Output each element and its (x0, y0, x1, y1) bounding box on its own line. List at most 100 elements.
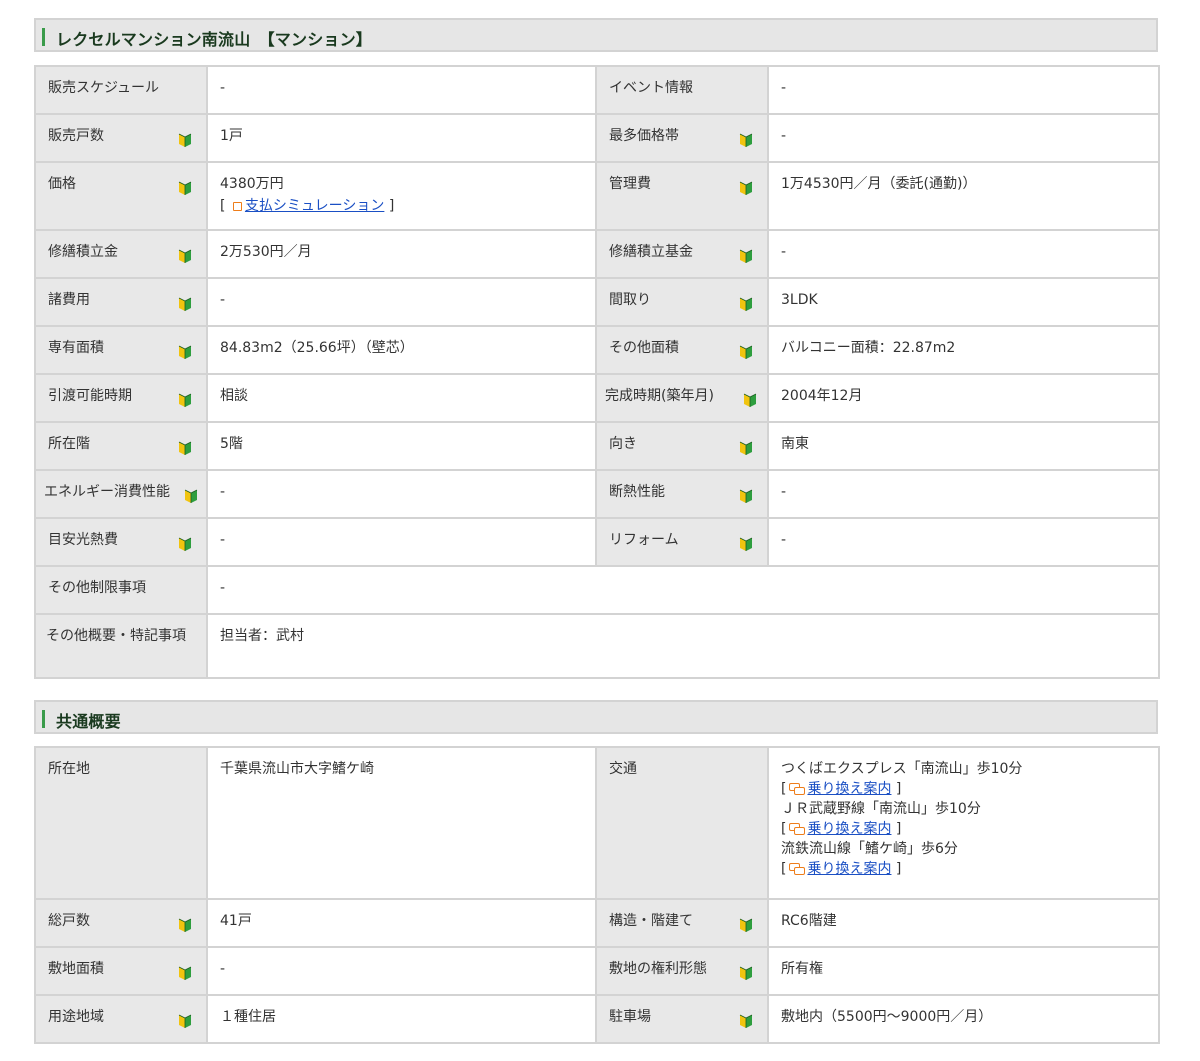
beginner-mark-icon[interactable] (178, 965, 192, 981)
table-row: 敷地面積 - 敷地の権利形態 所有権 (34, 946, 1160, 996)
label-cell: イベント情報 (595, 65, 769, 115)
table-row: 所在地 千葉県流山市大字鰭ケ崎 交通 つくばエクスプレス「南流山」歩10分 [乗… (34, 746, 1160, 900)
value-cell: 1戸 (206, 113, 597, 163)
label-cell: 向き (595, 421, 769, 471)
transport-line: つくばエクスプレス「南流山」歩10分 (781, 761, 1023, 777)
table-row: 専有面積 84.83m2（25.66坪）（壁芯） その他面積 バルコニー面積：2… (34, 325, 1160, 375)
value-cell: - (767, 65, 1160, 115)
label-cell: 諸費用 (34, 277, 208, 327)
common-spec-table: 所在地 千葉県流山市大字鰭ケ崎 交通 つくばエクスプレス「南流山」歩10分 [乗… (34, 746, 1160, 1044)
beginner-mark-icon[interactable] (739, 296, 753, 312)
value-cell: - (767, 469, 1160, 519)
label-cell: 引渡可能時期 (34, 373, 208, 423)
beginner-mark-icon[interactable] (739, 1013, 753, 1029)
beginner-mark-icon[interactable] (178, 917, 192, 933)
label-cell: 最多価格帯 (595, 113, 769, 163)
beginner-mark-icon[interactable] (178, 132, 192, 148)
beginner-mark-icon[interactable] (178, 536, 192, 552)
value-cell: 南東 (767, 421, 1160, 471)
label-cell: 修繕積立基金 (595, 229, 769, 279)
beginner-mark-icon[interactable] (178, 296, 192, 312)
transfer-guide-link[interactable]: 乗り換え案内 (807, 861, 891, 877)
table-row: 総戸数 41戸 構造・階建て RC6階建 (34, 898, 1160, 948)
value-cell: - (767, 517, 1160, 567)
beginner-mark-icon[interactable] (178, 180, 192, 196)
value-cell: バルコニー面積：22.87m2 (767, 325, 1160, 375)
property-title: レクセルマンション南流山 【マンション】 (56, 30, 373, 49)
beginner-mark-icon[interactable] (739, 440, 753, 456)
beginner-mark-icon[interactable] (178, 1013, 192, 1029)
value-cell: 敷地内（5500円〜9000円／月） (767, 994, 1160, 1044)
payment-simulation-link[interactable]: 支払シミュレーション (245, 198, 384, 214)
value-cell: - (206, 565, 1160, 615)
table-row: 修繕積立金 2万530円／月 修繕積立基金 - (34, 229, 1160, 279)
beginner-mark-icon[interactable] (739, 180, 753, 196)
label-cell: 断熱性能 (595, 469, 769, 519)
transfer-guide-link[interactable]: 乗り換え案内 (807, 821, 891, 837)
route-transfer-icon (789, 783, 806, 795)
value-cell: 1万4530円／月（委託(通勤)） (767, 161, 1160, 231)
label-cell: 構造・階建て (595, 898, 769, 948)
table-row: 所在階 5階 向き 南東 (34, 421, 1160, 471)
value-cell: 5階 (206, 421, 597, 471)
table-row: エネルギー消費性能 - 断熱性能 - (34, 469, 1160, 519)
label-cell: 販売戸数 (34, 113, 208, 163)
value-cell: 担当者：武村 (206, 613, 1160, 679)
label-cell: その他面積 (595, 325, 769, 375)
transport-list: つくばエクスプレス「南流山」歩10分 [乗り換え案内 ] ＪＲ武蔵野線「南流山」… (769, 748, 1158, 879)
value-cell: RC6階建 (767, 898, 1160, 948)
label-cell: 管理費 (595, 161, 769, 231)
external-window-icon (232, 202, 242, 211)
table-row: 引渡可能時期 相談 完成時期(築年月) 2004年12月 (34, 373, 1160, 423)
beginner-mark-icon[interactable] (739, 488, 753, 504)
value-cell: １種住居 (206, 994, 597, 1044)
label-cell: 価格 (34, 161, 208, 231)
table-row: 販売戸数 1戸 最多価格帯 - (34, 113, 1160, 163)
beginner-mark-icon[interactable] (178, 248, 192, 264)
beginner-mark-icon[interactable] (739, 132, 753, 148)
beginner-mark-icon[interactable] (184, 488, 198, 504)
value-cell: 84.83m2（25.66坪）（壁芯） (206, 325, 597, 375)
label-cell: 修繕積立金 (34, 229, 208, 279)
table-row: 用途地域 １種住居 駐車場 敷地内（5500円〜9000円／月） (34, 994, 1160, 1044)
table-row: 販売スケジュール - イベント情報 - (34, 65, 1160, 115)
beginner-mark-icon[interactable] (739, 917, 753, 933)
route-transfer-icon (789, 863, 806, 875)
label-cell: 間取り (595, 277, 769, 327)
label-cell: 完成時期(築年月) (595, 373, 769, 423)
value-cell: 2万530円／月 (206, 229, 597, 279)
transport-line: ＪＲ武蔵野線「南流山」歩10分 (781, 801, 981, 817)
value-cell: - (767, 113, 1160, 163)
label-cell: 販売スケジュール (34, 65, 208, 115)
value-cell: - (767, 229, 1160, 279)
beginner-mark-icon[interactable] (739, 965, 753, 981)
common-section-title: 共通概要 (56, 712, 121, 731)
value-cell: 2004年12月 (767, 373, 1160, 423)
label-cell: 敷地面積 (34, 946, 208, 996)
price-value: 4380万円 (220, 176, 284, 192)
table-row: 目安光熱費 - リフォーム - (34, 517, 1160, 567)
beginner-mark-icon[interactable] (178, 440, 192, 456)
label-cell: 交通 (595, 746, 769, 900)
value-cell: - (206, 277, 597, 327)
beginner-mark-icon[interactable] (178, 392, 192, 408)
header-accent-bar (42, 28, 45, 46)
beginner-mark-icon[interactable] (743, 392, 757, 408)
transfer-guide-link[interactable]: 乗り換え案内 (807, 781, 891, 797)
label-cell: リフォーム (595, 517, 769, 567)
label-cell: 用途地域 (34, 994, 208, 1044)
address-value: 千葉県流山市大字鰭ケ崎 (220, 761, 374, 777)
table-row: その他制限事項 - (34, 565, 1160, 615)
beginner-mark-icon[interactable] (739, 248, 753, 264)
beginner-mark-icon[interactable] (739, 344, 753, 360)
table-row: 諸費用 - 間取り 3LDK (34, 277, 1160, 327)
payment-simulation-link-wrap: [ 支払シミュレーション ] (220, 198, 395, 214)
value-cell: 所有権 (767, 946, 1160, 996)
value-cell: - (206, 946, 597, 996)
value-cell: 相談 (206, 373, 597, 423)
table-row: その他概要・特記事項 担当者：武村 (34, 613, 1160, 679)
beginner-mark-icon[interactable] (739, 536, 753, 552)
property-spec-table: 販売スケジュール - イベント情報 - 販売戸数 1戸 最多価格帯 - 価格 4… (34, 65, 1160, 679)
label-cell: 専有面積 (34, 325, 208, 375)
beginner-mark-icon[interactable] (178, 344, 192, 360)
